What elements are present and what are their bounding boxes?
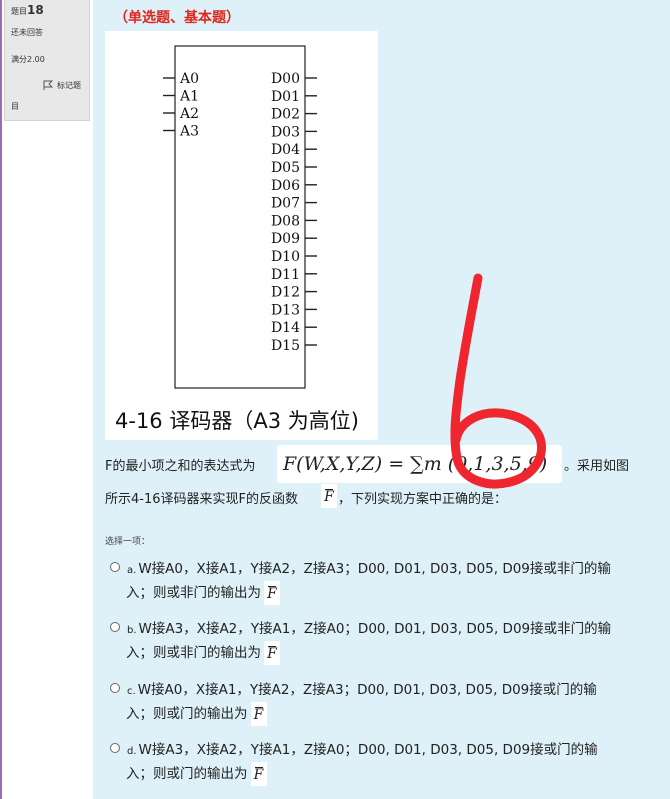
- question-text-part1: F的最小项之和的表达式为: [105, 459, 256, 474]
- option-c-radio[interactable]: [110, 683, 120, 693]
- output-pin-label: D13: [271, 302, 300, 318]
- option-c-text-2: 入；则或门的输出为 F: [126, 702, 267, 726]
- option-a[interactable]: a. W接A0，X接A1，Y接A2，Z接A3；D00, D01, D03, D05…: [93, 550, 670, 608]
- question-number: 题目18: [11, 3, 44, 17]
- flag-question-button[interactable]: 标记题: [43, 80, 81, 91]
- question-text-part4: ，下列实现方案中正确的是：: [338, 492, 508, 507]
- input-pin-label: A2: [179, 106, 199, 122]
- question-type-label: （单选题、基本题）: [114, 10, 240, 26]
- question-state: 还未回答: [11, 28, 43, 37]
- flag-icon: [43, 80, 53, 91]
- option-b-radio[interactable]: [110, 622, 120, 632]
- output-pin-label: D07: [271, 196, 300, 212]
- option-b-text-2: 入；则或非门的输出为 F: [126, 641, 280, 665]
- decoder-svg: A0 A1A2 A3 D00 D01 D02D03 D04 D05 D06 D07D08 D09 D…: [163, 45, 317, 389]
- output-pin-label: D03: [271, 124, 300, 140]
- option-b[interactable]: b. W接A3，X接A2，Y接A1，Z接A0；D00, D01, D03, D05…: [93, 610, 670, 668]
- output-pin-label: D02: [271, 107, 300, 123]
- option-c[interactable]: c. W接A0，X接A1，Y接A2，Z接A3；D00, D01, D03, D05…: [93, 671, 670, 729]
- option-d-text-2: 入；则或门的输出为 F: [126, 762, 267, 786]
- option-a-radio[interactable]: [110, 562, 120, 572]
- input-pin-label: A3: [179, 124, 199, 140]
- input-pin-label: A1: [179, 89, 199, 105]
- flag-label: 标记题: [57, 81, 81, 90]
- output-pin-label: D10: [271, 249, 300, 265]
- question-grade: 满分2.00: [11, 55, 45, 64]
- question-content: （单选题、基本题） A0 A1 A2 A3 D00 D01 D02 D03 D04 D05 D06…: [93, 0, 670, 799]
- output-pin-label: D06: [271, 178, 300, 194]
- option-d[interactable]: d. W接A3，X接A2，Y接A1，Z接A0；D00, D01, D03, D05…: [93, 731, 670, 789]
- option-d-text: d. W接A3，X接A2，Y接A1，Z接A0；D00, D01, D03, D05…: [127, 742, 598, 758]
- decoder-diagram: A0 A1 A2 A3 D00 D01 D02 D03 D04 D05 D06 D07 D08 D09 D…: [105, 31, 378, 440]
- formula: F(W,X,Y,Z) = ∑m (0,1,3,5,9): [277, 445, 562, 483]
- option-a-text: a. W接A0，X接A1，Y接A2，Z接A3；D00, D01, D03, D05…: [127, 561, 611, 577]
- output-pin-label: D00: [271, 71, 300, 87]
- output-pin-label: D11: [271, 267, 300, 283]
- choose-one-label: 选择一项：: [105, 537, 151, 547]
- flag-label-tail: 目: [11, 102, 19, 111]
- question-text-part2: 。采用如图: [564, 459, 630, 474]
- output-pin-label: D09: [271, 231, 300, 247]
- output-pin-label: D12: [271, 285, 300, 301]
- left-border: [0, 0, 2, 799]
- output-pin-label: D15: [271, 338, 300, 354]
- option-c-text: c. W接A0，X接A1，Y接A2，Z接A3；D00, D01, D03, D05…: [127, 682, 597, 698]
- output-pin-label: D05: [271, 160, 300, 176]
- option-d-radio[interactable]: [110, 743, 120, 753]
- output-pin-label: D14: [271, 320, 300, 336]
- input-pin-label: A0: [179, 71, 199, 87]
- option-a-text-2: 入；则或非门的输出为 F: [126, 581, 280, 605]
- diagram-caption: 4-16 译码器（A3 为高位): [115, 409, 359, 433]
- output-pin-label: D08: [271, 213, 300, 229]
- output-pin-label: D04: [271, 142, 300, 158]
- question-info-panel: 题目18 还未回答 满分2.00 标记题 目: [4, 0, 90, 121]
- output-pin-label: D01: [271, 89, 300, 105]
- question-text-part3: 所示4-16译码器来实现F的反函数: [105, 492, 298, 507]
- option-b-text: b. W接A3，X接A2，Y接A1，Z接A0；D00, D01, D03, D05…: [127, 621, 612, 637]
- f-bar-symbol: F: [321, 484, 337, 508]
